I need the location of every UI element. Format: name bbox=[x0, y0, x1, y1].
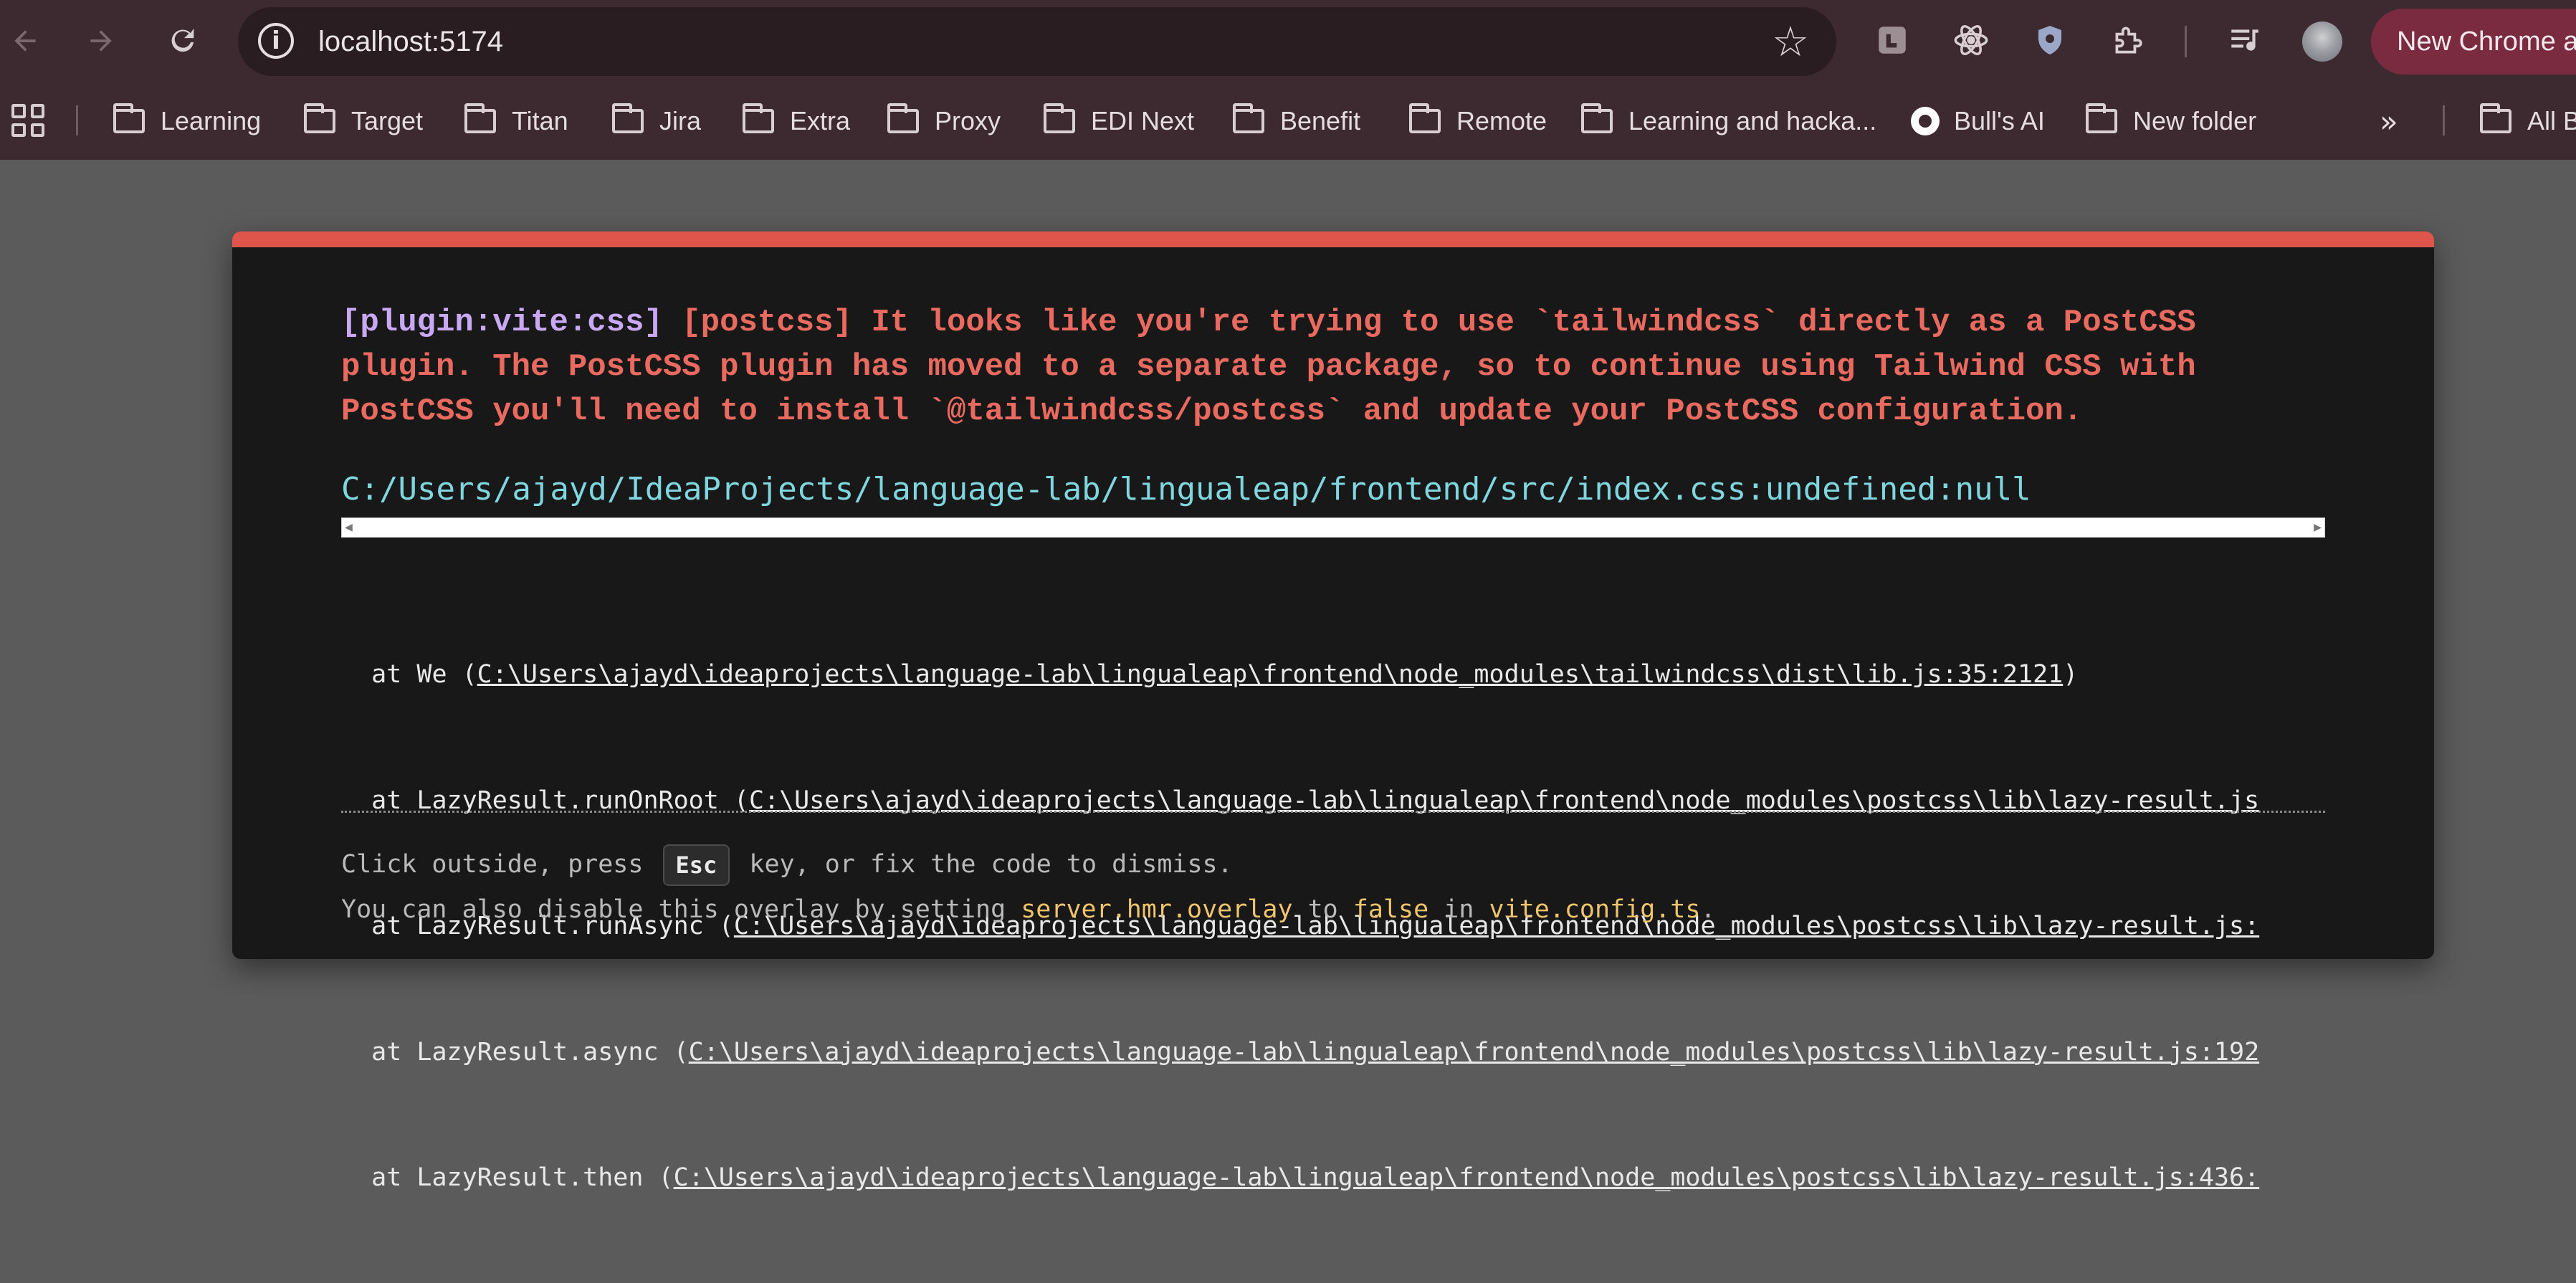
bookmark-remote[interactable]: Remote bbox=[1409, 101, 1547, 141]
bookmark-label: Extra bbox=[790, 106, 851, 135]
bulls-ai-site-icon bbox=[1911, 107, 1940, 135]
media-queue-icon[interactable] bbox=[2222, 17, 2268, 63]
info-icon[interactable]: i bbox=[258, 23, 294, 59]
scroll-right-arrow-icon[interactable]: ▶ bbox=[2314, 520, 2322, 535]
dismiss-tip: Click outside, press Esc key, or fix the… bbox=[341, 844, 1233, 886]
stack-frame-link[interactable]: C:\Users\ajayd\ideaprojects\language-lab… bbox=[477, 660, 2064, 689]
config-file-name: vite.config.ts bbox=[1489, 895, 1701, 924]
folder-icon bbox=[887, 103, 919, 133]
stack-frame-caller: at LazyResult.then ( bbox=[371, 1163, 674, 1192]
bookmarks-divider bbox=[2443, 105, 2445, 135]
browser-toolbar: i localhost:5174 ☆ New Chrome av bbox=[0, 0, 2576, 82]
bookmark-label: EDI Next bbox=[1091, 106, 1195, 135]
error-message: [plugin:vite:css] [postcss] It looks lik… bbox=[341, 300, 2334, 434]
folder-icon bbox=[2086, 103, 2117, 133]
tip-text: You can also disable this overlay by set… bbox=[341, 895, 1021, 924]
error-file-path[interactable]: C:/Users/ajayd/IdeaProjects/language-lab… bbox=[341, 469, 2031, 510]
folder-icon bbox=[1581, 103, 1613, 133]
folder-icon bbox=[464, 103, 496, 133]
tip-text: to bbox=[1292, 895, 1353, 924]
bookmark-all-bookmarks[interactable]: All B bbox=[2480, 101, 2576, 141]
back-arrow-icon[interactable] bbox=[0, 16, 50, 66]
bookmark-learning[interactable]: Learning bbox=[113, 101, 261, 141]
disable-overlay-tip: You can also disable this overlay by set… bbox=[341, 892, 1716, 927]
esc-key-badge: Esc bbox=[662, 844, 730, 886]
url-text[interactable]: localhost:5174 bbox=[318, 23, 503, 60]
bookmark-label: New folder bbox=[2133, 106, 2257, 135]
bookmark-edi-next[interactable]: EDI Next bbox=[1044, 101, 1194, 141]
folder-icon bbox=[1233, 103, 1264, 133]
folder-icon bbox=[2480, 103, 2511, 133]
folder-icon bbox=[612, 103, 644, 133]
bookmark-target[interactable]: Target bbox=[304, 101, 423, 141]
bookmarks-divider bbox=[76, 105, 78, 135]
config-setting-name: server.hmr.overlay bbox=[1021, 895, 1293, 924]
plugin-name: [plugin:vite:css] bbox=[341, 305, 663, 340]
folder-icon bbox=[304, 103, 335, 133]
bookmark-label: Titan bbox=[512, 106, 568, 135]
star-icon[interactable]: ☆ bbox=[1772, 17, 1809, 66]
tip-text: . bbox=[1700, 895, 1716, 924]
bookmark-learning-and-hacka[interactable]: Learning and hacka... bbox=[1581, 101, 1876, 141]
folder-icon bbox=[743, 103, 774, 133]
shield-icon[interactable] bbox=[2027, 17, 2073, 63]
bookmark-extra[interactable]: Extra bbox=[743, 101, 850, 141]
address-bar[interactable]: i localhost:5174 ☆ bbox=[238, 7, 1836, 76]
new-chrome-available-button[interactable]: New Chrome av bbox=[2371, 9, 2576, 75]
folder-icon bbox=[1409, 103, 1441, 133]
bookmark-benefit[interactable]: Benefit bbox=[1233, 101, 1360, 141]
stack-frame: at We (C:\Users\ajayd\ideaprojects\langu… bbox=[341, 654, 2325, 696]
stack-frame-caller: at We ( bbox=[371, 660, 477, 689]
folder-icon bbox=[1044, 103, 1075, 133]
stack-frame: at LazyResult.async (C:\Users\ajayd\idea… bbox=[341, 1031, 2325, 1074]
stack-frame: at LazyResult.runOnRoot (C:\Users\ajayd\… bbox=[341, 780, 2325, 822]
bookmark-label: Benefit bbox=[1280, 106, 1361, 135]
vite-error-overlay: [plugin:vite:css] [postcss] It looks lik… bbox=[232, 232, 2434, 1192]
bookmark-label: Learning bbox=[161, 106, 262, 135]
reload-icon[interactable] bbox=[158, 16, 208, 66]
extensions-puzzle-icon[interactable] bbox=[2104, 17, 2150, 63]
bookmark-proxy[interactable]: Proxy bbox=[887, 101, 1001, 141]
bookmarks-overflow-chevron-icon[interactable]: » bbox=[2380, 104, 2398, 139]
apps-grid-icon[interactable] bbox=[11, 104, 44, 137]
forward-arrow-icon[interactable] bbox=[76, 16, 126, 66]
bookmark-label: Remote bbox=[1456, 106, 1547, 135]
stack-frame: at LazyResult.then (C:\Users\ajayd\ideap… bbox=[341, 1157, 2325, 1199]
bookmark-label: Proxy bbox=[935, 106, 1001, 135]
bookmark-jira[interactable]: Jira bbox=[612, 101, 701, 141]
horizontal-scrollbar[interactable]: ◀ ▶ bbox=[341, 518, 2325, 538]
bookmark-bulls-ai[interactable]: Bull's AI bbox=[1911, 101, 2045, 141]
tip-text: key, or fix the code to dismiss. bbox=[734, 850, 1233, 879]
bookmark-label: Jira bbox=[659, 106, 702, 135]
bookmark-label: Bull's AI bbox=[1954, 106, 2045, 135]
extension-puzzle-app-icon[interactable] bbox=[1869, 17, 1915, 63]
stack-frame-suffix: ) bbox=[2063, 660, 2079, 689]
stack-frame-link[interactable]: C:\Users\ajayd\ideaprojects\language-lab… bbox=[674, 1163, 2260, 1192]
dotted-divider bbox=[341, 811, 2325, 813]
config-setting-value: false bbox=[1353, 895, 1429, 924]
react-devtools-icon[interactable] bbox=[1948, 17, 1994, 63]
tip-text: Click outside, press bbox=[341, 850, 659, 879]
bookmark-new-folder[interactable]: New folder bbox=[2086, 101, 2256, 141]
bookmark-label: Target bbox=[351, 106, 424, 135]
stack-frame-link[interactable]: C:\Users\ajayd\ideaprojects\language-lab… bbox=[689, 1038, 2259, 1067]
profile-avatar[interactable] bbox=[2302, 22, 2342, 62]
bookmark-label: Learning and hacka... bbox=[1628, 106, 1877, 135]
folder-icon bbox=[113, 103, 145, 133]
bookmarks-bar: Learning Target Titan Jira Extra Proxy E… bbox=[0, 82, 2576, 160]
bookmark-label: All B bbox=[2527, 106, 2576, 135]
scroll-left-arrow-icon[interactable]: ◀ bbox=[345, 520, 353, 535]
toolbar-divider bbox=[2185, 26, 2187, 57]
stack-frame-caller: at LazyResult.async ( bbox=[371, 1037, 689, 1067]
tip-text: in bbox=[1428, 895, 1489, 924]
bookmark-titan[interactable]: Titan bbox=[464, 101, 568, 141]
